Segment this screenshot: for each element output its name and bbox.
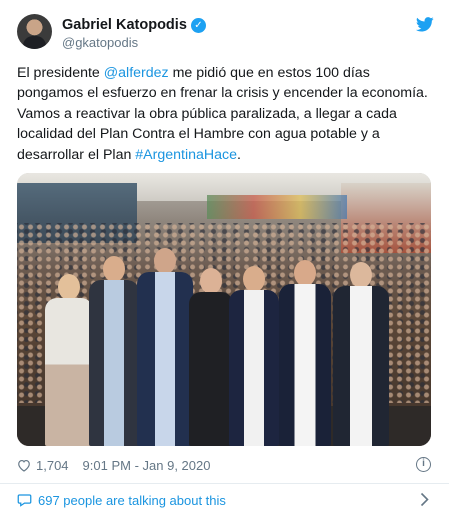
twitter-bird-icon[interactable] — [416, 17, 434, 32]
comment-bubble-icon — [17, 494, 32, 507]
mention-link[interactable]: @alferdez — [104, 65, 169, 81]
verified-badge-icon: ✓ — [190, 17, 206, 33]
photo-person — [137, 248, 193, 446]
tweet-photo[interactable] — [17, 173, 431, 446]
divider — [0, 483, 449, 484]
photo-person — [89, 256, 139, 446]
tweet-card: Gabriel Katopodis ✓ @gkatopodis El presi… — [0, 0, 449, 514]
author-display-name[interactable]: Gabriel Katopodis — [62, 17, 187, 33]
tweet-text: El presidente @alferdez me pidió que en … — [17, 63, 433, 165]
conversation-link[interactable]: 697 people are talking about this — [17, 490, 433, 510]
photo-person — [189, 268, 233, 446]
info-icon[interactable]: i — [416, 457, 431, 472]
chevron-right-icon[interactable] — [420, 492, 429, 507]
like-count[interactable]: 1,704 — [36, 458, 69, 473]
avatar[interactable] — [17, 14, 52, 49]
tweet-text-segment: . — [237, 146, 241, 163]
photo-person — [45, 274, 93, 446]
photo-person — [229, 266, 279, 446]
tweet-timestamp[interactable]: 9:01 PM - Jan 9, 2020 — [83, 458, 211, 473]
hashtag-link[interactable]: #ArgentinaHace — [135, 147, 237, 163]
author-handle[interactable]: @gkatopodis — [62, 35, 138, 50]
photo-person — [279, 260, 331, 446]
tweet-header: Gabriel Katopodis ✓ @gkatopodis — [17, 14, 434, 54]
tweet-text-segment: El presidente — [17, 65, 104, 81]
photo-person — [333, 262, 389, 446]
heart-icon[interactable] — [17, 459, 31, 472]
photo-banner — [207, 195, 347, 219]
author-name-line[interactable]: Gabriel Katopodis ✓ — [62, 16, 206, 34]
talking-count-text[interactable]: 697 people are talking about this — [38, 493, 226, 508]
tweet-meta: 1,704 9:01 PM - Jan 9, 2020 i — [17, 456, 433, 474]
